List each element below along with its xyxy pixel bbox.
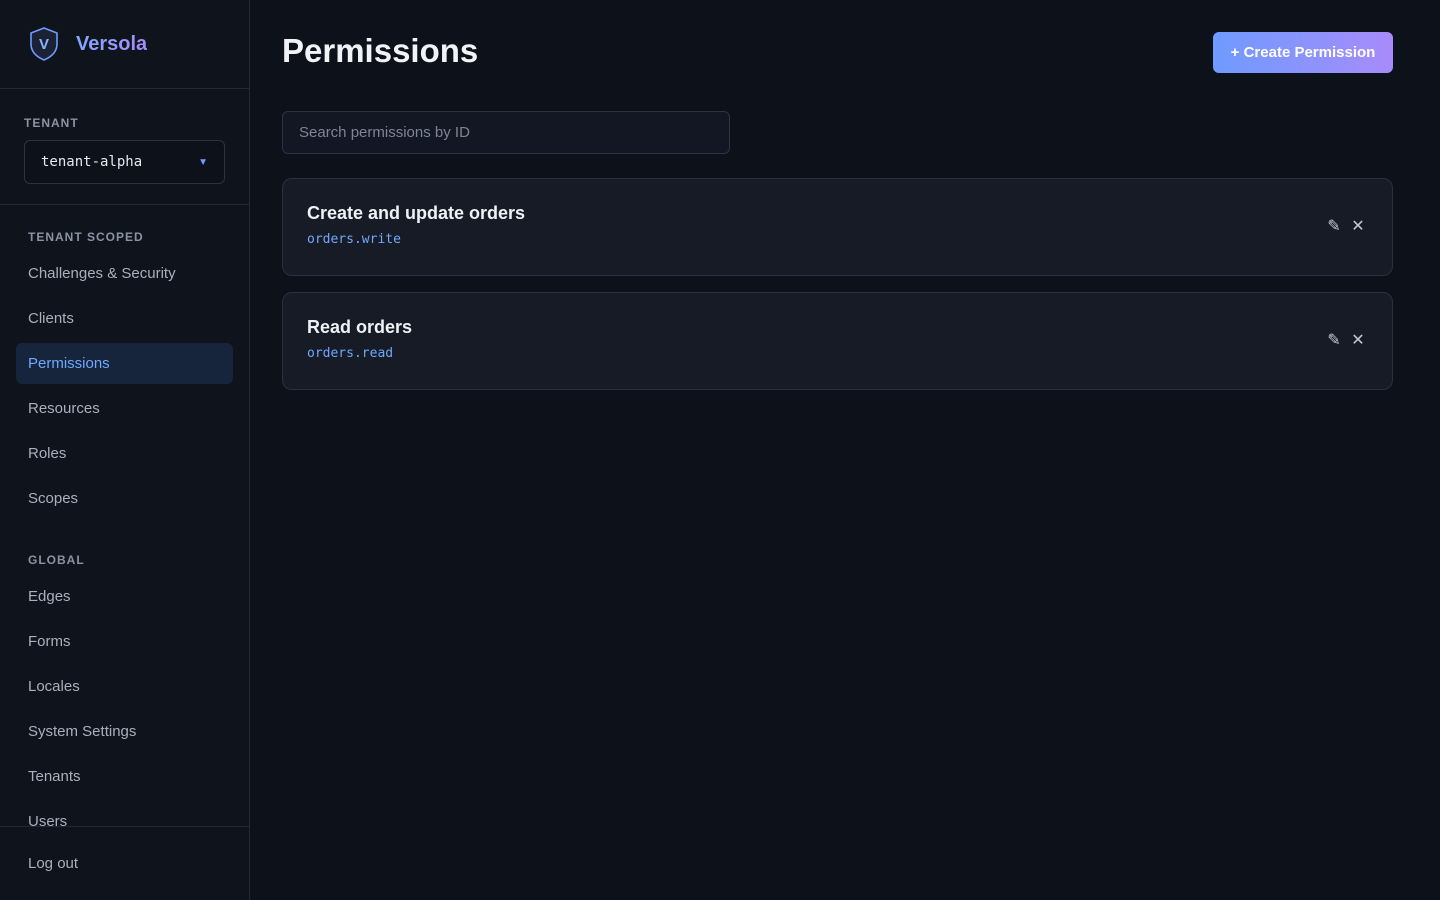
sidebar-item-permissions[interactable]: Permissions <box>16 343 233 384</box>
sidebar-item-clients[interactable]: Clients <box>16 298 233 339</box>
permission-id: orders.write <box>307 232 401 247</box>
sidebar-nav: TENANT SCOPED Challenges & Security Clie… <box>0 206 249 826</box>
logo-letter: V <box>39 36 49 53</box>
permission-card[interactable]: Create and update orders orders.write ✎ … <box>282 178 1393 276</box>
sidebar-item-system-settings[interactable]: System Settings <box>16 711 233 752</box>
permission-card[interactable]: Read orders orders.read ✎ ✕ <box>282 292 1393 390</box>
permission-name: Create and update orders <box>307 203 526 223</box>
main-content: Permissions + Create Permission Create a… <box>282 0 1393 406</box>
nav-group-tenant-scoped: TENANT SCOPED <box>28 230 144 244</box>
permission-list: Create and update orders orders.write ✎ … <box>282 178 1393 390</box>
tenant-label: TENANT <box>24 116 79 130</box>
permission-actions: ✎ ✕ <box>1324 330 1368 350</box>
permission-name: Read orders <box>307 317 413 337</box>
permission-id: orders.read <box>307 346 394 361</box>
sidebar-item-tenants[interactable]: Tenants <box>16 756 233 797</box>
sidebar-item-roles[interactable]: Roles <box>16 433 233 474</box>
sidebar-item-scopes[interactable]: Scopes <box>16 478 233 519</box>
sidebar-item-challenges-security[interactable]: Challenges & Security <box>16 253 233 294</box>
create-permission-button[interactable]: + Create Permission <box>1213 32 1393 73</box>
page-title: Permissions <box>282 32 479 69</box>
pencil-icon[interactable]: ✎ <box>1324 330 1344 350</box>
sidebar-item-forms[interactable]: Forms <box>16 621 233 662</box>
pencil-icon[interactable]: ✎ <box>1324 216 1344 236</box>
nav-list-tenant-scoped: Challenges & Security Clients Permission… <box>16 253 233 519</box>
nav-list-global: Edges Forms Locales System Settings Tena… <box>16 576 233 826</box>
sidebar-item-users[interactable]: Users <box>16 801 233 826</box>
permission-actions: ✎ ✕ <box>1324 216 1368 236</box>
sidebar-item-resources[interactable]: Resources <box>16 388 233 429</box>
tenant-select[interactable]: tenant-alpha ▼ <box>24 140 225 184</box>
logout-button[interactable]: Log out <box>0 826 249 900</box>
search-input[interactable] <box>282 111 730 154</box>
sidebar-item-locales[interactable]: Locales <box>16 666 233 707</box>
page-header: Permissions + Create Permission <box>282 0 1393 105</box>
close-icon[interactable]: ✕ <box>1348 216 1368 236</box>
shield-icon: V <box>30 27 58 61</box>
sidebar-item-edges[interactable]: Edges <box>16 576 233 617</box>
brand[interactable]: V Versola <box>0 0 249 89</box>
brand-name: Versola <box>76 32 148 55</box>
tenant-selector-section: TENANT tenant-alpha ▼ <box>0 89 249 205</box>
close-icon[interactable]: ✕ <box>1348 330 1368 350</box>
sidebar: V Versola TENANT tenant-alpha ▼ TENANT S… <box>0 0 250 900</box>
caret-down-icon: ▼ <box>198 156 208 168</box>
tenant-select-value: tenant-alpha <box>41 154 143 170</box>
nav-group-global: GLOBAL <box>28 553 85 567</box>
